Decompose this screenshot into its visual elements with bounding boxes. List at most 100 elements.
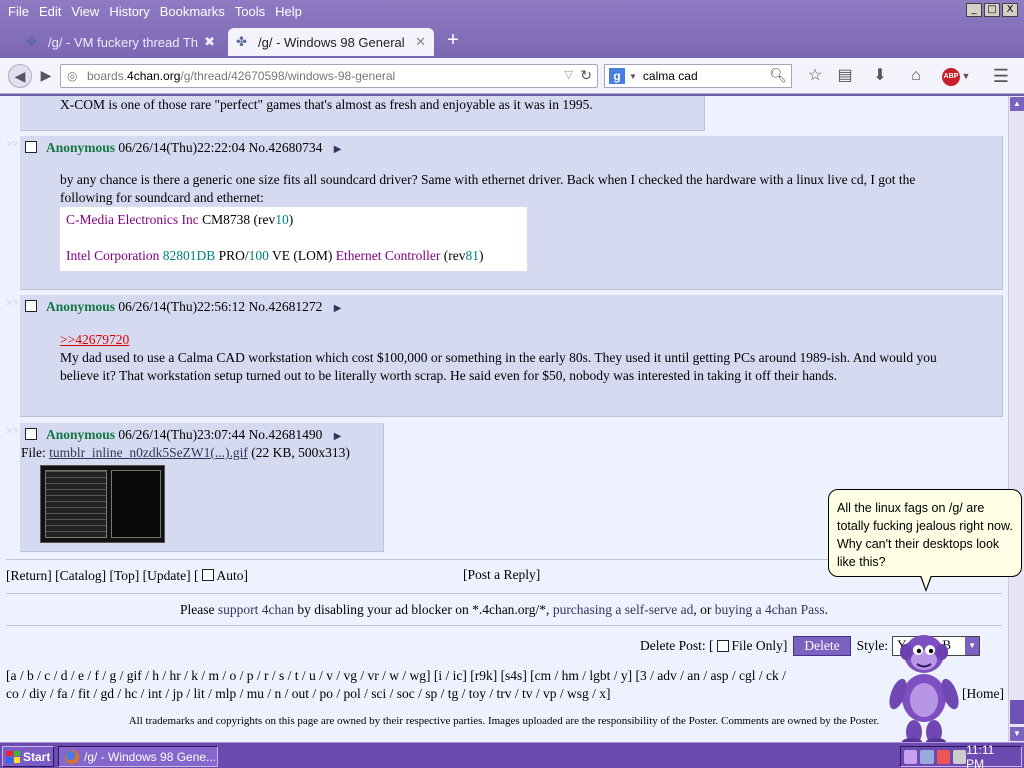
- delete-post-label: Delete Post: [: [640, 638, 714, 653]
- navigation-toolbar: ◀ ▶ ◎ boards. 4chan.org/g/thread/42670598…: [0, 58, 1024, 94]
- code-rev: 81: [465, 248, 479, 263]
- post-number[interactable]: No.42680734: [249, 140, 323, 155]
- quote-link[interactable]: >>42679720: [60, 331, 129, 349]
- menu-view[interactable]: View: [71, 4, 99, 19]
- security-tray-icon[interactable]: [936, 749, 950, 764]
- post-message: X-COM is one of those rare "perfect" gam…: [60, 97, 593, 112]
- file-link[interactable]: tumblr_inline_n0zdk5SeZW1(...).gif: [49, 445, 248, 460]
- menu-file[interactable]: File: [8, 4, 29, 19]
- menu-hamburger-icon[interactable]: ☰: [990, 65, 1012, 87]
- bonzi-tray-icon[interactable]: [904, 749, 918, 764]
- close-tab-icon[interactable]: ✖: [204, 34, 215, 50]
- adblock-pre: Please: [180, 602, 215, 617]
- bookmark-star-icon[interactable]: ☆: [804, 65, 826, 87]
- top-link[interactable]: [Top]: [109, 568, 139, 583]
- adblock-dropdown-icon[interactable]: ▼: [960, 65, 972, 87]
- google-icon[interactable]: g: [609, 68, 625, 84]
- post-number[interactable]: No.42681490: [249, 427, 323, 442]
- delete-checkbox[interactable]: [25, 300, 37, 312]
- post-menu-icon[interactable]: ▶: [334, 303, 342, 314]
- delete-button[interactable]: Delete: [793, 636, 851, 656]
- search-bar[interactable]: g ▼ calma cad 🔍︎: [604, 64, 792, 88]
- auto-bracket: [: [194, 568, 199, 583]
- adblock-mid2: , or: [693, 602, 712, 617]
- start-button[interactable]: Start: [2, 746, 54, 767]
- side-arrow-icon: >>: [6, 425, 19, 437]
- adblock-notice: Please support 4chan by disabling your a…: [0, 602, 1008, 618]
- url-bar[interactable]: ◎ boards. 4chan.org/g/thread/42670598/win…: [60, 64, 598, 88]
- auto-update-checkbox[interactable]: [201, 569, 214, 581]
- self-serve-ad-link[interactable]: purchasing a self-serve ad: [553, 602, 694, 617]
- post-message: My dad used to use a Calma CAD workstati…: [60, 350, 937, 383]
- new-tab-button[interactable]: +: [444, 30, 462, 51]
- downloads-icon[interactable]: ⬇: [869, 65, 891, 87]
- clover-icon: ✤: [26, 34, 37, 49]
- close-tab-icon[interactable]: ✕: [415, 34, 426, 50]
- network-tray-icon[interactable]: [920, 749, 934, 764]
- scroll-down-icon[interactable]: ▼: [1010, 727, 1024, 741]
- chevron-down-icon: ▼: [965, 637, 980, 655]
- reload-icon[interactable]: ↻: [580, 67, 592, 84]
- browser-chrome: File Edit View History Bookmarks Tools H…: [0, 0, 1024, 96]
- code-line: C-Media Electronics Inc CM8738 (rev10): [66, 211, 521, 229]
- delete-checkbox[interactable]: [25, 141, 37, 153]
- menu-edit[interactable]: Edit: [39, 4, 61, 19]
- bookmarks-list-icon[interactable]: ▤: [834, 65, 856, 87]
- catalog-link[interactable]: [Catalog]: [55, 568, 106, 583]
- thumbnail-image[interactable]: [40, 465, 165, 543]
- menu-help[interactable]: Help: [275, 4, 302, 19]
- return-link[interactable]: [Return]: [6, 568, 52, 583]
- forward-button[interactable]: ▶: [36, 64, 56, 88]
- post-menu-icon[interactable]: ▶: [334, 144, 342, 155]
- menu-bookmarks[interactable]: Bookmarks: [160, 4, 225, 19]
- poster-name: Anonymous: [46, 427, 116, 442]
- volume-tray-icon[interactable]: [952, 749, 967, 764]
- file-only-checkbox[interactable]: [716, 640, 729, 652]
- post-info: Anonymous 06/26/14(Thu)22:22:04 No.42680…: [46, 140, 341, 156]
- code-pro: PRO/: [218, 248, 249, 263]
- url-history-dropdown-icon[interactable]: ▽: [565, 68, 573, 81]
- menu-history[interactable]: History: [109, 4, 149, 19]
- scroll-thumb[interactable]: [1010, 700, 1024, 724]
- window-controls: _ □ X: [966, 3, 1018, 17]
- post-menu-icon[interactable]: ▶: [334, 431, 342, 442]
- tab-bar: ✤ /g/ - VM fuckery thread Thi... ✖ ✤ /g/…: [0, 26, 1024, 56]
- reply-post: Anonymous 06/26/14(Thu)22:22:04 No.42680…: [20, 136, 1003, 290]
- home-icon[interactable]: ⌂: [905, 65, 927, 87]
- post-number[interactable]: No.42681272: [249, 299, 323, 314]
- code-vendor: Intel Corporation: [66, 248, 160, 263]
- board-list-line1[interactable]: [a / b / c / d / e / f / g / gif / h / h…: [6, 668, 786, 684]
- home-link[interactable]: [Home]: [962, 686, 1004, 702]
- menu-tools[interactable]: Tools: [235, 4, 265, 19]
- scroll-up-icon[interactable]: ▲: [1010, 97, 1024, 111]
- url-path: /g/thread/42670598/windows-98-general: [180, 69, 396, 83]
- taskbar-firefox-window[interactable]: /g/ - Windows 98 Gene...: [58, 746, 218, 767]
- search-input[interactable]: calma cad: [643, 69, 698, 83]
- maximize-button[interactable]: □: [984, 3, 1000, 17]
- code-device: Ethernet Controller: [335, 248, 441, 263]
- tab-vm-thread[interactable]: ✤ /g/ - VM fuckery thread Thi... ✖: [18, 28, 223, 56]
- file-label: File:: [21, 445, 46, 460]
- code-ve: VE (LOM): [272, 248, 333, 263]
- engine-dropdown-icon[interactable]: ▼: [629, 72, 637, 81]
- support-link[interactable]: support 4chan: [218, 602, 294, 617]
- minimize-button[interactable]: _: [966, 3, 982, 17]
- poster-name: Anonymous: [46, 299, 116, 314]
- vertical-scrollbar[interactable]: ▲ ▼: [1008, 96, 1024, 742]
- auto-label: Auto]: [216, 568, 249, 583]
- delete-checkbox[interactable]: [25, 428, 37, 440]
- post-info: Anonymous 06/26/14(Thu)22:56:12 No.42681…: [46, 299, 341, 315]
- back-button[interactable]: ◀: [8, 64, 32, 88]
- board-list-line2[interactable]: co / diy / fa / fit / gd / hc / int / jp…: [6, 686, 611, 702]
- update-link[interactable]: [Update]: [143, 568, 191, 583]
- post-reply-link[interactable]: [Post a Reply]: [463, 567, 540, 583]
- quote-link-text[interactable]: >>42679720: [60, 332, 129, 347]
- close-window-button[interactable]: X: [1002, 3, 1018, 17]
- code-close: ): [478, 248, 484, 263]
- thread-nav-links: [Return] [Catalog] [Top] [Update] [ Auto…: [6, 568, 248, 584]
- bonzi-buddy-character[interactable]: [884, 632, 964, 746]
- search-go-icon[interactable]: 🔍︎: [769, 67, 787, 84]
- adblock-plus-icon[interactable]: ABP: [942, 68, 960, 86]
- tab-windows98-general[interactable]: ✤ /g/ - Windows 98 General ✕: [228, 28, 434, 56]
- pass-link[interactable]: buying a 4chan Pass: [715, 602, 825, 617]
